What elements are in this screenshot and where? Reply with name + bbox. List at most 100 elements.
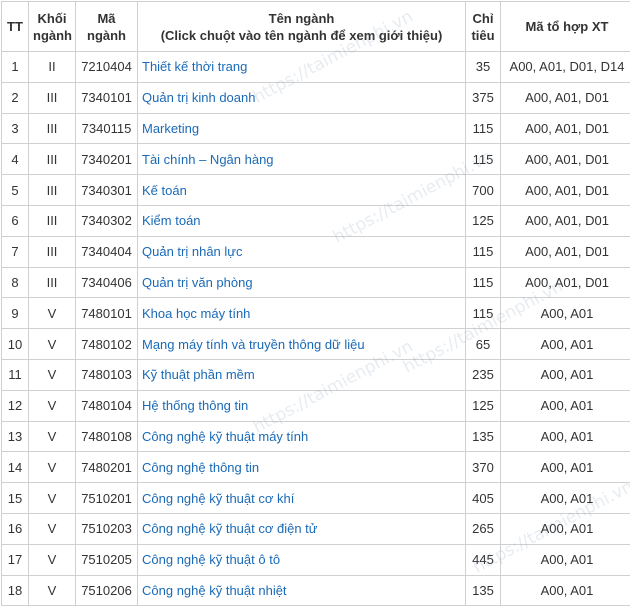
chi-tieu-cell: 115 [465,112,501,145]
major-link[interactable]: Kế toán [142,183,187,198]
to-hop-cell: A00, A01 [500,420,630,453]
major-link[interactable]: Marketing [142,121,199,136]
header-ma-nganh: Mã ngành [75,1,138,52]
ma-nganh-cell: 7480101 [75,297,138,330]
table-row: 10 V 7480102 Mạng máy tính và truyền thông … [1,328,630,360]
chi-tieu-cell: 235 [465,358,501,391]
khoi-nganh-cell: III [28,204,76,237]
khoi-nganh-cell: V [28,543,76,576]
chi-tieu-cell: 35 [465,51,501,83]
chi-tieu-cell: 135 [465,574,501,606]
major-link[interactable]: Quản trị văn phòng [142,275,253,290]
ten-nganh-cell[interactable]: Khoa học máy tính [137,297,466,330]
chi-tieu-cell: 370 [465,451,501,484]
ma-nganh-cell: 7340101 [75,81,138,114]
major-link[interactable]: Công nghệ thông tin [142,460,259,475]
to-hop-cell: A00, A01 [500,358,630,391]
table-row: 6 III 7340302 Kiểm toán 125 A00, A01, D01 [1,204,630,237]
row-number: 4 [1,143,29,176]
ten-nganh-cell[interactable]: Công nghệ kỹ thuật cơ điện tử [137,512,466,545]
major-link[interactable]: Mạng máy tính và truyền thông dữ liệu [142,337,365,352]
ten-nganh-cell[interactable]: Mạng máy tính và truyền thông dữ liệu [137,328,466,360]
khoi-nganh-cell: V [28,512,76,545]
table-row: 5 III 7340301 Kế toán 700 A00, A01, D01 [1,174,630,206]
major-link[interactable]: Quản trị kinh doanh [142,90,255,105]
major-link[interactable]: Khoa học máy tính [142,306,250,321]
chi-tieu-cell: 375 [465,81,501,114]
to-hop-cell: A00, A01, D01 [500,204,630,237]
chi-tieu-cell: 115 [465,143,501,176]
khoi-nganh-cell: V [28,451,76,484]
header-tt: TT [1,1,29,52]
to-hop-cell: A00, A01, D01 [500,143,630,176]
ten-nganh-cell[interactable]: Kỹ thuật phần mềm [137,358,466,391]
row-number: 1 [1,51,29,83]
header-khoi: Khối ngành [28,1,76,52]
major-link[interactable]: Công nghệ kỹ thuật nhiệt [142,583,287,598]
to-hop-cell: A00, A01 [500,451,630,484]
ten-nganh-cell[interactable]: Quản trị nhân lực [137,235,466,268]
row-number: 15 [1,482,29,514]
table-row: 15 V 7510201 Công nghệ kỹ thuật cơ khí 405 A0… [1,482,630,514]
ma-nganh-cell: 7510201 [75,482,138,514]
ten-nganh-cell[interactable]: Tài chính – Ngân hàng [137,143,466,176]
major-link[interactable]: Kỹ thuật phần mềm [142,367,255,382]
chi-tieu-cell: 115 [465,266,501,299]
ten-nganh-cell[interactable]: Kiểm toán [137,204,466,237]
ten-nganh-cell[interactable]: Công nghệ thông tin [137,451,466,484]
major-link[interactable]: Công nghệ kỹ thuật máy tính [142,429,308,444]
major-link[interactable]: Công nghệ kỹ thuật ô tô [142,552,280,567]
khoi-nganh-cell: V [28,297,76,330]
major-link[interactable]: Thiết kế thời trang [142,59,247,74]
table-row: 8 III 7340406 Quản trị văn phòng 115 A00, A01… [1,266,630,299]
table-row: 2 III 7340101 Quản trị kinh doanh 375 A00, A0… [1,81,630,114]
row-number: 2 [1,81,29,114]
major-link[interactable]: Công nghệ kỹ thuật cơ khí [142,491,294,506]
ten-nganh-cell[interactable]: Quản trị văn phòng [137,266,466,299]
to-hop-cell: A00, A01, D01, D14 [500,51,630,83]
major-link[interactable]: Kiểm toán [142,213,201,228]
ma-nganh-cell: 7340201 [75,143,138,176]
ma-nganh-cell: 7340115 [75,112,138,145]
khoi-nganh-cell: V [28,358,76,391]
ma-nganh-cell: 7480108 [75,420,138,453]
row-number: 17 [1,543,29,576]
ten-nganh-cell[interactable]: Kế toán [137,174,466,206]
ten-nganh-cell[interactable]: Thiết kế thời trang [137,51,466,83]
table-row: 9 V 7480101 Khoa học máy tính 115 A00, A01 [1,297,630,330]
chi-tieu-cell: 700 [465,174,501,206]
major-link[interactable]: Hệ thống thông tin [142,398,248,413]
row-number: 3 [1,112,29,145]
major-link[interactable]: Quản trị nhân lực [142,244,242,259]
row-number: 9 [1,297,29,330]
row-number: 16 [1,512,29,545]
ten-nganh-cell[interactable]: Công nghệ kỹ thuật máy tính [137,420,466,453]
row-number: 13 [1,420,29,453]
to-hop-cell: A00, A01, D01 [500,235,630,268]
ma-nganh-cell: 7480201 [75,451,138,484]
ten-nganh-cell[interactable]: Hệ thống thông tin [137,389,466,422]
ten-nganh-cell[interactable]: Marketing [137,112,466,145]
ten-nganh-cell[interactable]: Công nghệ kỹ thuật cơ khí [137,482,466,514]
ma-nganh-cell: 7340404 [75,235,138,268]
table-row: 14 V 7480201 Công nghệ thông tin 370 A00, A01 [1,451,630,484]
ma-nganh-cell: 7480103 [75,358,138,391]
chi-tieu-cell: 445 [465,543,501,576]
to-hop-cell: A00, A01 [500,512,630,545]
table-header-row: TT Khối ngành Mã ngành Tên ngành (Click chu… [1,1,630,52]
row-number: 7 [1,235,29,268]
to-hop-cell: A00, A01 [500,574,630,606]
header-chi-tieu: Chỉ tiêu [465,1,501,52]
ma-nganh-cell: 7510206 [75,574,138,606]
table-row: 18 V 7510206 Công nghệ kỹ thuật nhiệt 135 A00… [1,574,630,606]
major-link[interactable]: Công nghệ kỹ thuật cơ điện tử [142,521,318,536]
ten-nganh-cell[interactable]: Công nghệ kỹ thuật nhiệt [137,574,466,606]
major-link[interactable]: Tài chính – Ngân hàng [142,152,274,167]
ten-nganh-cell[interactable]: Quản trị kinh doanh [137,81,466,114]
chi-tieu-cell: 65 [465,328,501,360]
ten-nganh-cell[interactable]: Công nghệ kỹ thuật ô tô [137,543,466,576]
row-number: 5 [1,174,29,206]
khoi-nganh-cell: II [28,51,76,83]
to-hop-cell: A00, A01 [500,543,630,576]
to-hop-cell: A00, A01 [500,482,630,514]
